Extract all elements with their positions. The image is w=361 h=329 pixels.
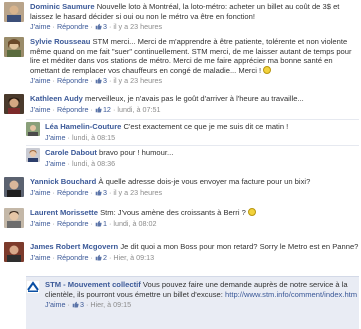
comment-link[interactable]: http://www.stm.info/comment/index.htm <box>225 290 357 299</box>
like-link[interactable]: J'aime <box>30 188 51 197</box>
comment-author[interactable]: Laurent Morissette <box>30 208 98 217</box>
comment-item: Yannick Bouchard À quelle adresse dois-j… <box>4 177 359 197</box>
smiley-icon <box>263 65 272 74</box>
comment-author[interactable]: Carole Dabout <box>45 148 97 157</box>
comment-author[interactable]: Léa Hamelin-Couture <box>45 122 121 131</box>
reply-link[interactable]: Répondre <box>57 22 89 31</box>
like-count[interactable]: 3 <box>95 76 107 85</box>
reply-divider <box>26 119 359 120</box>
like-link[interactable]: J'aime <box>30 22 51 31</box>
like-count[interactable]: 3 <box>95 188 107 197</box>
comment-body: Dominic Saumure Nouvelle loto à Montréal… <box>30 2 359 32</box>
comment-text: Stm: J'vous amène des croissants à Berri… <box>100 208 246 217</box>
comment-meta: J'aime · Répondre · 2 · Hier, à 09:13 <box>30 252 155 262</box>
comment-item: Sylvie Rousseau STM merci... Merci de m'… <box>4 37 359 86</box>
thumbs-up-icon <box>95 78 102 84</box>
comment-text: Je dit quoi a mon Boss pour mon retard? … <box>120 242 359 251</box>
comment-meta: J'aime · lundi, à 08:15 <box>45 132 116 142</box>
comment-item: Laurent Morissette Stm: J'vous amène des… <box>4 208 359 228</box>
like-count[interactable]: 12 <box>95 105 111 114</box>
thumbs-up-icon <box>95 106 102 113</box>
reply-link[interactable]: Répondre <box>57 76 89 85</box>
comment-text: C'est exactement ce que je me suis dit c… <box>123 122 289 131</box>
comment-timestamp[interactable]: il y a 23 heures <box>113 76 162 85</box>
avatar[interactable] <box>4 242 24 262</box>
like-link[interactable]: J'aime <box>30 253 51 262</box>
comment-timestamp[interactable]: lundi, à 08:15 <box>72 133 115 142</box>
like-link[interactable]: J'aime <box>30 76 51 85</box>
comment-body: Léa Hamelin-Couture C'est exactement ce … <box>45 122 359 142</box>
reply-link[interactable]: Répondre <box>57 188 89 197</box>
comment-text: À quelle adresse dois-je vous envoyer ma… <box>98 177 311 186</box>
reply-item: Léa Hamelin-Couture C'est exactement ce … <box>26 122 359 142</box>
like-link[interactable]: J'aime <box>45 133 66 142</box>
comment-timestamp[interactable]: lundi, à 08:02 <box>113 219 156 228</box>
avatar[interactable] <box>26 122 40 136</box>
comment-text: merveilleux, je n'avais pas le goût d'ar… <box>85 94 304 103</box>
comment-body: James Robert Mcgovern Je dit quoi a mon … <box>30 242 359 262</box>
reply-link[interactable]: Répondre <box>57 253 89 262</box>
comment-meta: J'aime · Répondre · 3 · il y a 23 heures <box>30 22 163 32</box>
like-link[interactable]: J'aime <box>30 219 51 228</box>
comment-body: Laurent Morissette Stm: J'vous amène des… <box>30 208 359 228</box>
comment-body: STM - Mouvement collectif Vous pouvez fa… <box>45 280 359 310</box>
thumbs-up-icon <box>95 254 102 261</box>
comment-timestamp[interactable]: Hier, à 09:13 <box>113 253 154 262</box>
like-link[interactable]: J'aime <box>30 105 51 114</box>
like-count[interactable]: 2 <box>95 253 107 262</box>
comment-author[interactable]: Sylvie Rousseau <box>30 37 90 46</box>
reply-item: Carole Dabout bravo pour ! humour... J'a… <box>26 148 359 168</box>
thumbs-up-icon <box>72 301 79 308</box>
comment-meta: J'aime · Répondre · 3 · il y a 23 heures <box>30 76 163 86</box>
like-count[interactable]: 3 <box>72 300 84 309</box>
comment-item: Kathleen Audy merveilleux, je n'avais pa… <box>4 94 359 114</box>
reply-item: STM - Mouvement collectif Vous pouvez fa… <box>26 280 359 310</box>
comment-body: Kathleen Audy merveilleux, je n'avais pa… <box>30 94 359 114</box>
comment-feed: Dominic Saumure Nouvelle loto à Montréal… <box>0 0 361 329</box>
avatar[interactable] <box>4 2 24 22</box>
comment-meta: J'aime · Répondre · 3 · il y a 23 heures <box>30 187 163 197</box>
smiley-icon <box>247 208 256 216</box>
comment-meta: J'aime · 3 · Hier, à 09:15 <box>45 300 132 310</box>
like-link[interactable]: J'aime <box>45 300 66 309</box>
comment-author[interactable]: Yannick Bouchard <box>30 177 96 186</box>
comment-meta: J'aime · Répondre · 12 · lundi, à 07:51 <box>30 104 161 114</box>
comment-author[interactable]: James Robert Mcgovern <box>30 242 118 251</box>
comment-item: James Robert Mcgovern Je dit quoi a mon … <box>4 242 359 262</box>
thumbs-up-icon <box>95 23 102 30</box>
avatar[interactable] <box>4 208 24 228</box>
comment-text: bravo pour ! humour... <box>99 148 174 157</box>
comment-timestamp[interactable]: lundi, à 07:51 <box>117 105 160 114</box>
comment-item: Dominic Saumure Nouvelle loto à Montréal… <box>4 2 359 32</box>
comment-body: Yannick Bouchard À quelle adresse dois-j… <box>30 177 359 197</box>
comment-meta: J'aime · Répondre · 1 · lundi, à 08:02 <box>30 218 157 228</box>
thumbs-up-icon <box>95 220 102 227</box>
comment-timestamp[interactable]: il y a 23 heures <box>113 188 162 197</box>
like-link[interactable]: J'aime <box>45 159 66 168</box>
comment-author[interactable]: Kathleen Audy <box>30 94 83 103</box>
reply-link[interactable]: Répondre <box>57 105 89 114</box>
reply-link[interactable]: Répondre <box>57 219 89 228</box>
comment-author[interactable]: Dominic Saumure <box>30 2 95 11</box>
comment-timestamp[interactable]: Hier, à 09:15 <box>90 300 131 309</box>
avatar[interactable] <box>4 37 24 57</box>
avatar[interactable] <box>26 148 40 162</box>
comment-timestamp[interactable]: lundi, à 08:36 <box>72 159 115 168</box>
like-count[interactable]: 3 <box>95 22 107 31</box>
like-count[interactable]: 1 <box>95 219 107 228</box>
avatar[interactable] <box>26 280 40 294</box>
comment-body: Sylvie Rousseau STM merci... Merci de m'… <box>30 37 359 86</box>
reply-divider <box>26 145 359 146</box>
comment-author[interactable]: STM - Mouvement collectif <box>45 280 141 289</box>
avatar[interactable] <box>4 94 24 114</box>
comment-meta: J'aime · lundi, à 08:36 <box>45 158 116 168</box>
comment-body: Carole Dabout bravo pour ! humour... J'a… <box>45 148 359 168</box>
avatar[interactable] <box>4 177 24 197</box>
thumbs-up-icon <box>95 189 102 196</box>
comment-timestamp[interactable]: il y a 23 heures <box>113 22 162 31</box>
